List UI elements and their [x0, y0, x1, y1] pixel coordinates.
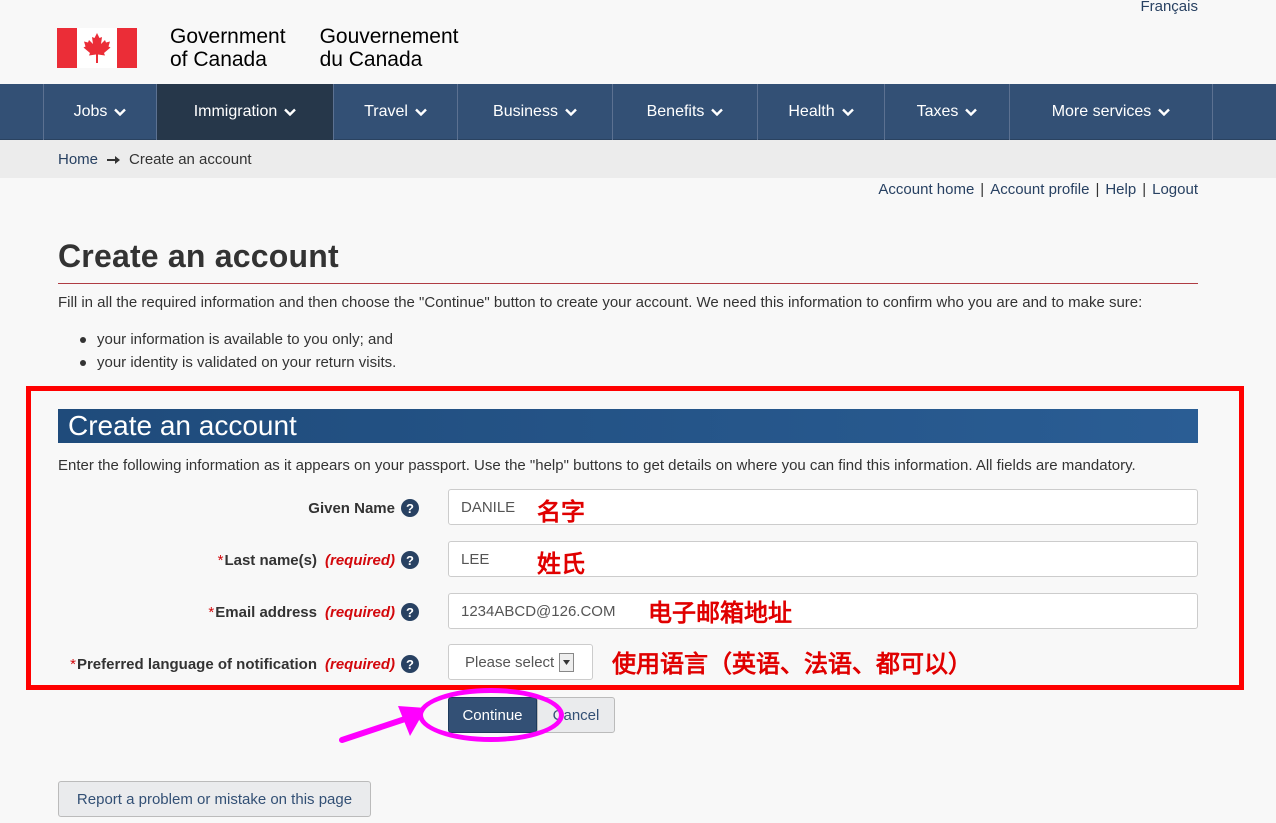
breadcrumb-home-link[interactable]: Home	[58, 151, 98, 168]
breadcrumb-current: Create an account	[129, 151, 252, 168]
brand-english: Government of Canada	[170, 25, 286, 71]
email-annotation: 电子邮箱地址	[648, 599, 792, 627]
brand-french: Gouvernement du Canada	[319, 25, 459, 71]
help-icon[interactable]: ?	[401, 551, 419, 569]
email-input[interactable]	[448, 593, 1198, 629]
magenta-arrow-icon	[339, 706, 426, 743]
account-home-link[interactable]: Account home	[878, 181, 974, 198]
email-label: *Email address (required) ?	[208, 603, 419, 621]
chevron-down-icon	[114, 108, 127, 116]
required-indicator: (required)	[324, 655, 395, 673]
nav-item-taxes[interactable]: Taxes	[885, 84, 1010, 140]
arrow-right-icon	[107, 155, 121, 164]
nav-item-health[interactable]: Health	[758, 84, 885, 140]
breadcrumb: Home Create an account	[58, 151, 252, 168]
help-icon[interactable]: ?	[401, 499, 419, 517]
last-name-annotation: 姓氏	[537, 550, 585, 578]
given-name-row: Given Name ? 名字	[0, 489, 1276, 527]
chevron-down-icon	[1158, 108, 1171, 116]
language-select[interactable]: Please select	[448, 644, 593, 680]
chevron-down-icon	[415, 108, 427, 116]
intro-text: Fill in all the required information and…	[58, 294, 1143, 311]
chevron-down-icon	[841, 108, 854, 116]
main-nav: Jobs Immigration Travel Business Benefit…	[0, 84, 1276, 140]
nav-item-jobs[interactable]: Jobs	[44, 84, 157, 140]
help-link[interactable]: Help	[1105, 181, 1136, 198]
title-divider	[58, 283, 1198, 284]
page-title: Create an account	[58, 238, 339, 274]
account-links: Account home | Account profile | Help | …	[878, 181, 1198, 198]
intro-bullets: your information is available to you onl…	[80, 328, 396, 374]
last-name-label: *Last name(s) (required) ?	[218, 551, 419, 569]
panel-title: Create an account	[58, 409, 1198, 443]
email-row: *Email address (required) ? 电子邮箱地址	[0, 593, 1276, 631]
help-icon[interactable]: ?	[401, 603, 419, 621]
required-indicator: (required)	[324, 551, 395, 569]
dropdown-arrow-icon	[559, 652, 575, 672]
list-item: your identity is validated on your retur…	[80, 351, 396, 374]
report-problem-button[interactable]: Report a problem or mistake on this page	[58, 781, 371, 817]
language-annotation: 使用语言（英语、法语、都可以）	[612, 650, 972, 678]
nav-item-immigration[interactable]: Immigration	[157, 84, 334, 140]
list-item: your information is available to you onl…	[80, 328, 396, 351]
magenta-highlight-ellipse	[418, 688, 564, 742]
required-indicator: (required)	[324, 603, 395, 621]
breadcrumb-bar: Home Create an account	[0, 140, 1276, 178]
government-brand[interactable]: Government of Canada Gouvernement du Can…	[57, 25, 459, 71]
nav-item-more-services[interactable]: More services	[1010, 84, 1213, 140]
logout-link[interactable]: Logout	[1152, 181, 1198, 198]
chevron-down-icon	[711, 108, 724, 116]
nav-item-benefits[interactable]: Benefits	[613, 84, 758, 140]
account-profile-link[interactable]: Account profile	[990, 181, 1089, 198]
language-toggle-link[interactable]: Français	[1140, 0, 1198, 15]
nav-item-travel[interactable]: Travel	[334, 84, 458, 140]
given-name-annotation: 名字	[537, 498, 585, 526]
nav-item-business[interactable]: Business	[458, 84, 613, 140]
help-icon[interactable]: ?	[401, 655, 419, 673]
chevron-down-icon	[965, 108, 978, 116]
canada-flag-icon	[57, 28, 137, 68]
last-name-row: *Last name(s) (required) ? 姓氏	[0, 541, 1276, 579]
chevron-down-icon	[565, 108, 577, 116]
given-name-label: Given Name ?	[308, 499, 419, 517]
chevron-down-icon	[284, 108, 297, 116]
language-label: *Preferred language of notification (req…	[70, 655, 419, 673]
panel-instructions: Enter the following information as it ap…	[58, 457, 1136, 474]
page: Français Government of Canada Gouverneme…	[0, 0, 1276, 823]
language-row: *Preferred language of notification (req…	[0, 645, 1276, 683]
